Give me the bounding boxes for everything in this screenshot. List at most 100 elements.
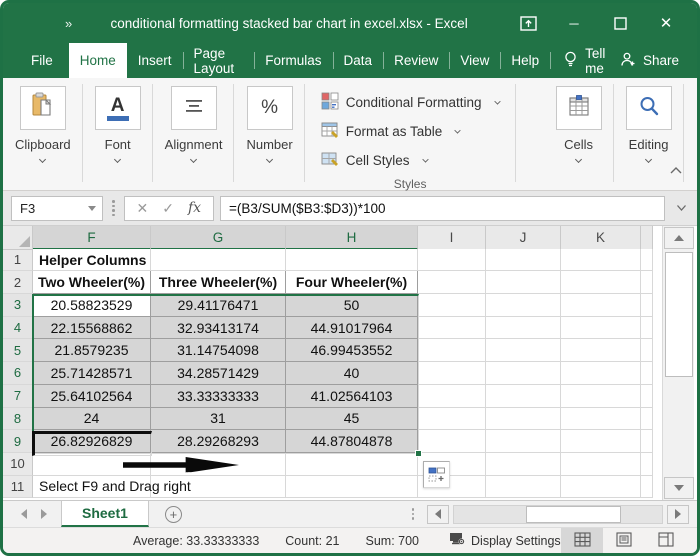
row-header-8[interactable]: 8 [3, 407, 33, 431]
cell-H10[interactable] [286, 452, 418, 476]
cell-H6[interactable]: 40 [286, 362, 418, 385]
cell-F7[interactable]: 25.64102564 [33, 384, 151, 408]
cell-J7[interactable] [486, 384, 561, 408]
hscroll-right-button[interactable] [667, 504, 689, 524]
horizontal-scroll-track[interactable] [453, 504, 663, 524]
tab-home[interactable]: Home [68, 43, 127, 78]
column-header-F[interactable]: F [33, 226, 151, 250]
cell-styles-button[interactable]: Cell Styles [319, 146, 502, 175]
share-button[interactable]: Share [620, 43, 679, 78]
cell-F11[interactable]: Select F9 and Drag right [33, 475, 191, 499]
cell-I1[interactable] [418, 248, 486, 272]
row-header-6[interactable]: 6 [3, 362, 33, 385]
cell-I3[interactable] [418, 294, 486, 317]
row-header-11[interactable]: 11 [3, 475, 33, 499]
number-button[interactable]: % [246, 86, 293, 130]
scroll-down-button[interactable] [663, 477, 694, 499]
cell-H3[interactable]: 50 [286, 294, 418, 317]
cell-H8[interactable]: 45 [286, 407, 418, 431]
cell-I6[interactable] [418, 362, 486, 385]
format-as-table-button[interactable]: Format as Table [319, 117, 502, 146]
font-button[interactable]: A [94, 86, 141, 130]
minimize-button[interactable]: ─ [551, 3, 597, 43]
row-header-4[interactable]: 4 [3, 316, 33, 340]
cell-J4[interactable] [486, 316, 561, 340]
cell-G3[interactable]: 29.41176471 [151, 294, 286, 317]
display-settings-button[interactable]: Display Settings [449, 532, 561, 549]
cell-I4[interactable] [418, 316, 486, 340]
tell-me-button[interactable]: Tell me [550, 43, 620, 78]
hscroll-left-button[interactable] [427, 504, 449, 524]
select-all-corner[interactable] [3, 226, 33, 250]
cell-K3[interactable] [561, 294, 641, 317]
cell-K11[interactable] [561, 475, 641, 499]
collapse-ribbon-icon[interactable] [669, 162, 683, 180]
cell-J3[interactable] [486, 294, 561, 317]
column-header-J[interactable]: J [486, 226, 561, 250]
name-box[interactable]: F3 [11, 195, 103, 221]
alignment-dropdown-icon[interactable] [190, 155, 198, 164]
tab-review[interactable]: Review [383, 43, 449, 78]
column-header-K[interactable]: K [561, 226, 641, 250]
cell-J1[interactable] [486, 248, 561, 272]
cell-K5[interactable] [561, 339, 641, 363]
auto-fill-options-button[interactable] [423, 461, 450, 488]
cell-J2[interactable] [486, 271, 561, 295]
cell-H7[interactable]: 41.02564103 [286, 384, 418, 408]
cells-dropdown-icon[interactable] [575, 155, 583, 164]
name-box-dropdown-icon[interactable] [88, 205, 96, 211]
row-header-3[interactable]: 3 [3, 294, 33, 317]
cell-K9[interactable] [561, 430, 641, 453]
scroll-up-button[interactable] [663, 227, 694, 249]
cell-K6[interactable] [561, 362, 641, 385]
vertical-scrollbar[interactable] [662, 226, 694, 500]
horizontal-scroll-thumb[interactable] [526, 505, 621, 523]
clipboard-dropdown-icon[interactable] [39, 155, 47, 164]
cell-J5[interactable] [486, 339, 561, 363]
cell-K1[interactable] [561, 248, 641, 272]
cell-G1[interactable] [151, 248, 286, 272]
cell-J9[interactable] [486, 430, 561, 453]
next-sheet-icon[interactable] [41, 509, 47, 519]
row-header-7[interactable]: 7 [3, 384, 33, 408]
clipboard-button[interactable] [19, 86, 66, 130]
cell-J11[interactable] [486, 475, 561, 499]
cancel-entry-icon[interactable]: ✕ [137, 200, 149, 217]
cell-H2[interactable]: Four Wheeler(%) [286, 271, 418, 295]
ribbon-display-options-icon[interactable] [505, 3, 551, 43]
editing-button[interactable] [625, 86, 672, 130]
tab-help[interactable]: Help [500, 43, 550, 78]
normal-view-button[interactable] [561, 527, 603, 553]
cell-G9[interactable]: 28.29268293 [151, 430, 286, 453]
cell-F1[interactable]: Helper Columns [33, 248, 151, 272]
column-header-H[interactable]: H [286, 226, 418, 250]
maximize-button[interactable] [597, 3, 643, 43]
tab-formulas[interactable]: Formulas [254, 43, 332, 78]
cell-G7[interactable]: 33.33333333 [151, 384, 286, 408]
cell-F9[interactable]: 26.82926829 [33, 430, 151, 453]
tab-page-layout[interactable]: Page Layout [182, 43, 255, 78]
column-header-G[interactable]: G [151, 226, 286, 250]
tab-data[interactable]: Data [332, 43, 384, 78]
cell-K2[interactable] [561, 271, 641, 295]
cell-F4[interactable]: 22.15568862 [33, 316, 151, 340]
row-header-1[interactable]: 1 [3, 248, 33, 272]
cell-I5[interactable] [418, 339, 486, 363]
cell-I7[interactable] [418, 384, 486, 408]
cell-F8[interactable]: 24 [33, 407, 151, 431]
cell-K8[interactable] [561, 407, 641, 431]
cell-F5[interactable]: 21.8579235 [33, 339, 151, 363]
cells-button[interactable] [555, 86, 602, 130]
cell-I9[interactable] [418, 430, 486, 453]
page-layout-view-button[interactable] [603, 528, 645, 554]
font-dropdown-icon[interactable] [114, 155, 122, 164]
editing-dropdown-icon[interactable] [645, 155, 653, 164]
cell-H11[interactable] [286, 475, 418, 499]
cell-G5[interactable]: 31.14754098 [151, 339, 286, 363]
tab-file[interactable]: File [15, 43, 69, 78]
row-header-5[interactable]: 5 [3, 339, 33, 363]
tab-insert[interactable]: Insert [127, 43, 183, 78]
cell-G2[interactable]: Three Wheeler(%) [151, 271, 286, 295]
cell-F2[interactable]: Two Wheeler(%) [33, 271, 151, 295]
cell-H1[interactable] [286, 248, 418, 272]
